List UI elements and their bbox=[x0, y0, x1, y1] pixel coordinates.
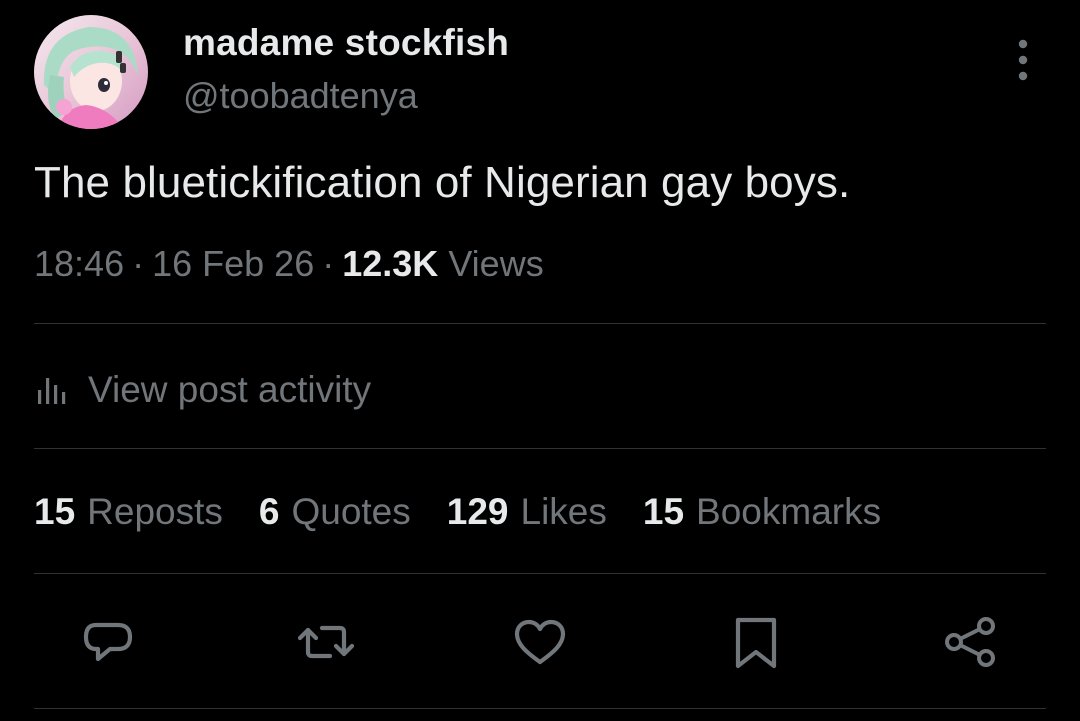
view-post-activity-link[interactable]: View post activity bbox=[34, 366, 371, 414]
post-detail: madame stockfish @toobadtenya The blueti… bbox=[0, 0, 1080, 721]
post-date[interactable]: 16 Feb 26 bbox=[152, 243, 314, 284]
repost-button[interactable] bbox=[296, 612, 356, 672]
share-icon bbox=[945, 617, 995, 667]
bookmarks-count: 15 bbox=[642, 491, 685, 532]
anime-avatar-icon bbox=[34, 15, 148, 129]
reply-icon bbox=[83, 622, 133, 662]
views-count: 12.3K bbox=[342, 243, 439, 284]
bar-chart-icon bbox=[38, 378, 66, 404]
activity-label: View post activity bbox=[88, 369, 372, 410]
bookmark-button[interactable] bbox=[726, 612, 786, 672]
quotes-label: Quotes bbox=[291, 491, 411, 532]
post-time[interactable]: 18:46 bbox=[34, 243, 124, 284]
reposts-stat[interactable]: 15 Reposts bbox=[34, 491, 223, 533]
post-meta: 18:46 · 16 Feb 26 · 12.3K Views bbox=[34, 243, 544, 285]
like-button[interactable] bbox=[510, 612, 570, 672]
repost-icon bbox=[297, 625, 355, 659]
meta-separator: · bbox=[322, 243, 335, 284]
reposts-label: Reposts bbox=[87, 491, 223, 532]
reposts-count: 15 bbox=[34, 491, 76, 532]
divider bbox=[34, 573, 1046, 574]
meta-separator: · bbox=[132, 243, 145, 284]
quotes-count: 6 bbox=[258, 491, 280, 532]
quotes-stat[interactable]: 6 Quotes bbox=[259, 491, 411, 533]
post-text: The bluetickification of Nigerian gay bo… bbox=[34, 158, 851, 207]
bookmarks-stat[interactable]: 15 Bookmarks bbox=[643, 491, 881, 533]
author-display-name[interactable]: madame stockfish bbox=[183, 22, 509, 64]
reply-button[interactable] bbox=[78, 612, 138, 672]
engagement-stats: 15 Reposts 6 Quotes 129 Likes 15 Bookmarks bbox=[34, 491, 917, 533]
likes-count: 129 bbox=[446, 491, 509, 532]
divider bbox=[34, 708, 1046, 709]
divider bbox=[34, 448, 1046, 449]
share-button[interactable] bbox=[940, 612, 1000, 672]
bookmark-icon bbox=[735, 617, 777, 669]
more-vertical-icon bbox=[1018, 39, 1028, 81]
heart-icon bbox=[514, 619, 566, 665]
author-handle[interactable]: @toobadtenya bbox=[183, 75, 418, 117]
bookmarks-label: Bookmarks bbox=[696, 491, 882, 532]
avatar[interactable] bbox=[34, 15, 148, 129]
more-options-button[interactable] bbox=[1000, 36, 1046, 84]
likes-stat[interactable]: 129 Likes bbox=[447, 491, 607, 533]
divider bbox=[34, 323, 1046, 324]
views-label: Views bbox=[448, 243, 544, 284]
likes-label: Likes bbox=[520, 491, 607, 532]
